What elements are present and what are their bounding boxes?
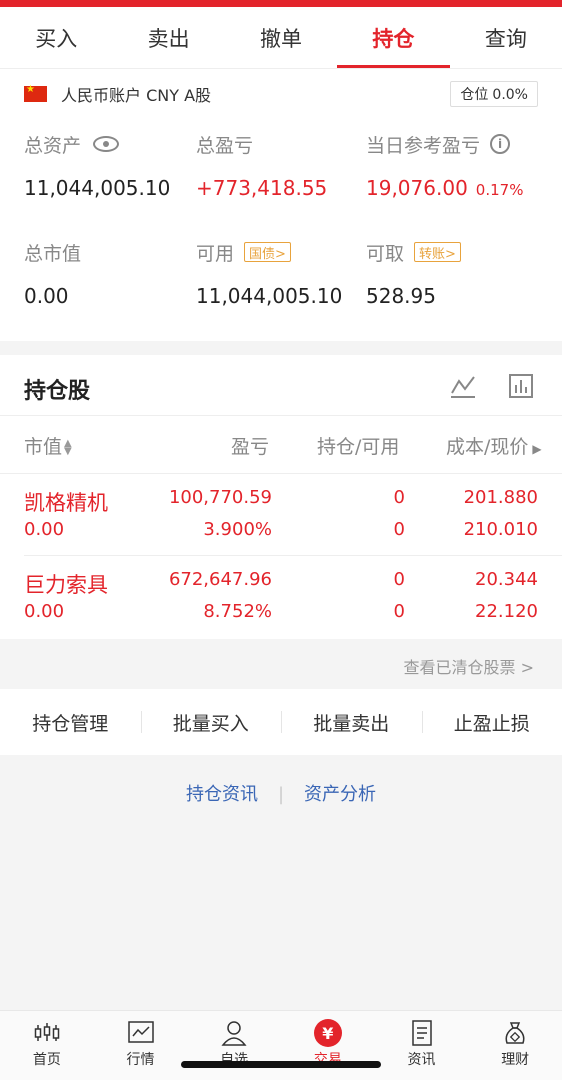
col-market-value[interactable]: 市值 ▲ ▼ — [24, 432, 72, 459]
stock-hold: 0 — [393, 487, 405, 508]
batch-buy-button[interactable]: 批量买入 — [140, 709, 282, 736]
nav-wealth[interactable]: 理财 — [468, 1011, 562, 1080]
view-cleared-stocks-link[interactable]: 查看已清仓股票 > — [404, 654, 535, 678]
home-indicator — [181, 1061, 381, 1068]
col-hold-available: 持仓/可用 — [317, 436, 400, 458]
nav-market[interactable]: 行情 — [94, 1011, 188, 1080]
document-icon — [411, 1020, 432, 1046]
tab-positions[interactable]: 持仓 — [337, 7, 451, 68]
total-assets: 总资产 11,044,005.10 — [24, 134, 171, 201]
stock-pnl: 672,647.96 — [168, 569, 272, 590]
nav-trade[interactable]: ¥ 交易 — [281, 1011, 375, 1080]
transfer-tag[interactable]: 转账> — [414, 242, 461, 262]
user-icon — [221, 1021, 247, 1046]
account-summary: 人民币账户 CNY A股 仓位0.0% 总资产 11,044,005.10 总盈… — [0, 69, 562, 341]
stock-market-value: 0.00 — [24, 601, 65, 622]
asset-analysis-link[interactable]: 资产分析 — [304, 784, 376, 805]
available-funds-value: 11,044,005.10 — [196, 284, 343, 308]
nav-news[interactable]: 资讯 — [375, 1011, 469, 1080]
nav-watchlist[interactable]: 自选 — [187, 1011, 281, 1080]
holdings-title: 持仓股 — [24, 379, 91, 404]
col-pnl: 盈亏 — [231, 436, 270, 458]
yen-icon: ¥ — [313, 1019, 342, 1047]
tab-cancel-order[interactable]: 撤单 — [225, 7, 337, 68]
holdings-section: 持仓股 市值 ▲ ▼ 盈亏 持仓/可用 成本/现价 ▶ 凯格精机 0.00 100,7… — [0, 355, 562, 639]
trade-tabs: 买入 卖出 撤单 持仓 查询 — [0, 7, 562, 69]
link-separator: | — [277, 784, 285, 805]
stock-pnl-pct: 8.752% — [203, 601, 272, 622]
bottom-links: 持仓资讯 | 资产分析 — [0, 780, 562, 806]
total-pnl: 总盈亏 +773,418.55 — [196, 134, 328, 201]
top-accent-bar — [0, 0, 562, 7]
stock-name: 巨力索具 — [24, 573, 108, 597]
bar-chart-icon[interactable] — [508, 373, 534, 399]
treasury-bond-tag[interactable]: 国债> — [244, 242, 291, 262]
daily-pnl: 当日参考盈亏 i 19,076.00 0.17% — [366, 134, 524, 200]
position-news-link[interactable]: 持仓资讯 — [186, 784, 258, 805]
tab-query[interactable]: 查询 — [450, 7, 562, 68]
info-icon[interactable]: i — [490, 134, 511, 154]
eye-icon[interactable] — [93, 136, 120, 152]
stock-pnl-pct: 3.900% — [203, 519, 272, 540]
account-name: 人民币账户 CNY A股 — [61, 86, 212, 105]
sort-icon: ▲ ▼ — [64, 437, 72, 457]
position-ratio-badge: 仓位 0.0% — [450, 81, 538, 107]
total-pnl-value: +773,418.55 — [196, 176, 328, 200]
caret-right-icon: ▶ — [532, 442, 542, 456]
stock-price: 210.010 — [463, 519, 538, 540]
tab-sell[interactable]: 卖出 — [112, 7, 224, 68]
market-chart-icon — [127, 1021, 154, 1043]
tab-buy[interactable]: 买入 — [0, 7, 112, 68]
money-bag-icon — [505, 1022, 525, 1044]
stock-available: 0 — [393, 601, 405, 622]
divider — [24, 555, 562, 556]
stock-cost: 20.344 — [475, 569, 538, 590]
withdrawable-funds: 可取 转账> 528.95 — [366, 239, 461, 308]
stock-pnl: 100,770.59 — [168, 487, 272, 508]
stock-name: 凯格精机 — [24, 491, 108, 515]
cleared-section: 查看已清仓股票 > — [0, 639, 562, 689]
withdrawable-value: 528.95 — [366, 284, 436, 308]
bottom-nav: 首页 行情 自选 ¥ 交易 资讯 理财 — [0, 1010, 562, 1080]
total-assets-value: 11,044,005.10 — [24, 176, 171, 200]
trend-chart-icon[interactable] — [450, 373, 476, 399]
divider — [0, 415, 562, 416]
col-cost-price[interactable]: 成本/现价 ▶ — [446, 432, 542, 459]
stock-cost: 201.880 — [463, 487, 538, 508]
position-management-button[interactable]: 持仓管理 — [0, 709, 141, 736]
stock-hold: 0 — [393, 569, 405, 590]
divider — [0, 473, 562, 474]
candlestick-icon — [34, 1023, 60, 1041]
stock-market-value: 0.00 — [24, 519, 65, 540]
market-value-amount: 0.00 — [24, 284, 69, 308]
china-flag-icon — [24, 84, 47, 102]
stock-price: 22.120 — [475, 601, 538, 622]
nav-home[interactable]: 首页 — [0, 1011, 94, 1080]
market-value: 总市值 0.00 — [24, 242, 82, 309]
daily-pnl-value: 19,076.00 0.17% — [366, 176, 524, 200]
batch-sell-button[interactable]: 批量卖出 — [281, 709, 422, 736]
stock-available: 0 — [393, 519, 405, 540]
available-funds: 可用 国债> 11,044,005.10 — [196, 242, 343, 308]
account-selector[interactable]: 人民币账户 CNY A股 仓位0.0% — [24, 79, 538, 109]
stop-profit-loss-button[interactable]: 止盈止损 — [421, 709, 562, 736]
position-actions: 持仓管理 批量买入 批量卖出 止盈止损 — [0, 689, 562, 755]
